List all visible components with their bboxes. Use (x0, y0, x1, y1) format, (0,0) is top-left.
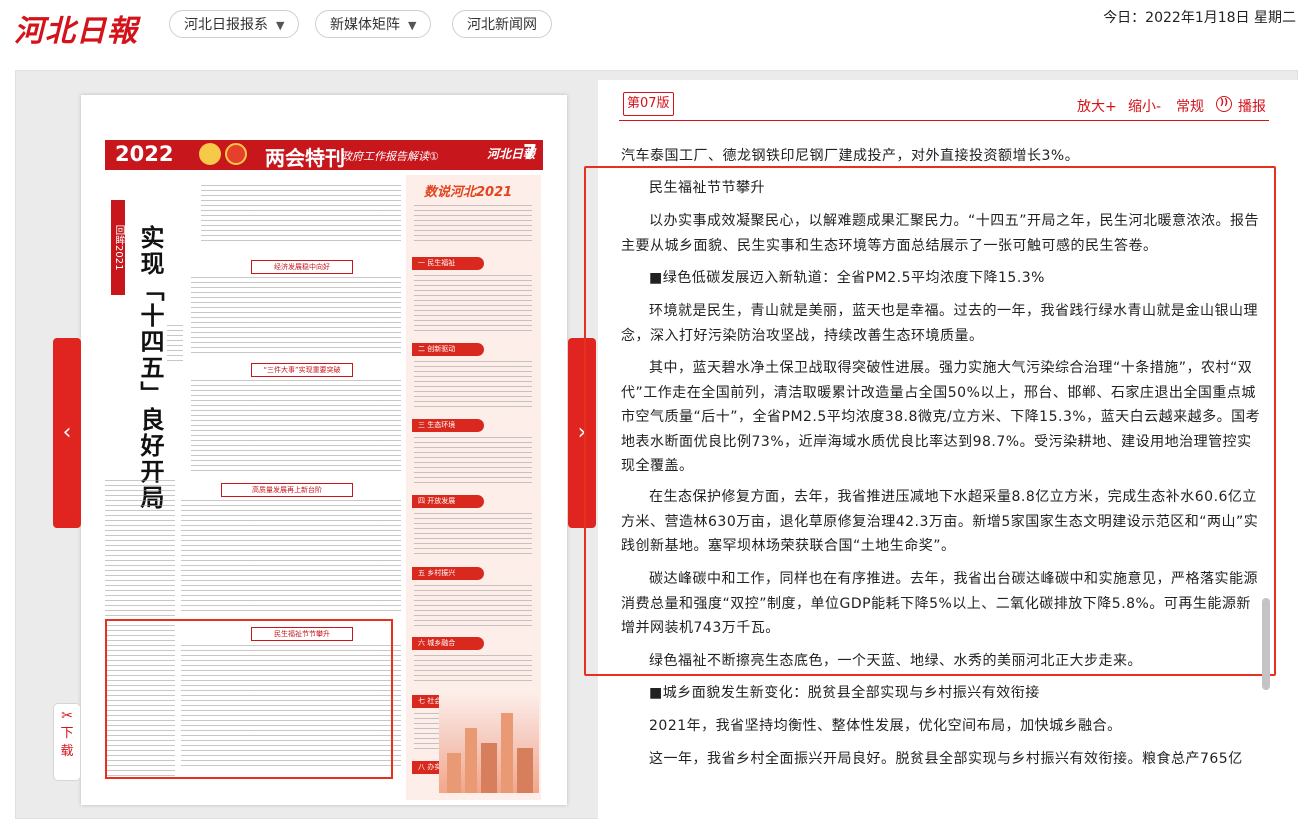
download-label: 下 (60, 726, 74, 741)
building-shape (447, 753, 461, 793)
read-aloud-button[interactable]: 播报 (1238, 96, 1266, 116)
speaker-icon[interactable]: )) (1216, 96, 1232, 112)
stat-category: 一 民生福祉 (412, 257, 484, 270)
infographic-title: 数说河北2021 (424, 185, 513, 200)
building-shape (465, 728, 477, 793)
national-emblem-icon (199, 143, 221, 165)
building-shape (517, 748, 533, 793)
text-block (414, 361, 532, 411)
article-paragraph: 2021年，我省坚持均衡性、整体性发展，优化空间布局，加快城乡融合。 (649, 718, 1122, 734)
building-shape (501, 713, 513, 793)
section-header: 经济发展稳中向好 (251, 260, 353, 274)
text-block (181, 500, 401, 615)
text-block (201, 185, 401, 245)
headline: 实现「十四五」良好开局 (136, 225, 165, 511)
caret-down-icon: ▼ (408, 19, 417, 32)
city-skyline-illustration (439, 693, 539, 793)
prev-page-button[interactable]: ‹ (53, 338, 81, 528)
normal-size-button[interactable]: 常规 (1176, 96, 1204, 116)
nav-label: 新媒体矩阵 (330, 17, 400, 33)
section-header: 高质量发展再上新台阶 (221, 483, 353, 497)
download-label: 载 (60, 744, 74, 759)
byline-block (167, 325, 183, 365)
banner-title: 两会特刊 (265, 146, 345, 170)
stat-category: 五 乡村振兴 (412, 567, 484, 580)
banner-subtitle: 政府工作报告解读① (341, 150, 439, 163)
stat-category: 四 开放发展 (412, 495, 484, 508)
scissors-icon: ✂ (61, 708, 73, 724)
scrollbar-thumb[interactable] (1262, 598, 1270, 690)
article-subheading: ■城乡面貌发生新变化：脱贫县全部实现与乡村振兴有效衔接 (649, 685, 1040, 701)
text-block (191, 277, 401, 357)
nav-label: 河北新闻网 (467, 17, 537, 33)
text-block (414, 205, 532, 245)
edition-badge: 第07版 (623, 92, 674, 116)
article-paragraph: 这一年，我省乡村全面振兴开局良好。脱贫县全部实现与乡村振兴有效衔接。粮食总产76… (649, 751, 1243, 767)
stat-category: 二 创新驱动 (412, 343, 484, 356)
text-block (414, 437, 532, 487)
today-date: 今日：2022年1月18日 星期二 (1103, 10, 1296, 26)
side-label: 回眸2021 (111, 200, 125, 295)
site-logo[interactable]: 河北日報 (14, 6, 138, 50)
nav-button-group-newspapers[interactable]: 河北日报报系 ▼ (169, 10, 300, 38)
page-banner: 2022 两会特刊 政府工作报告解读① 河北日報 7 (105, 140, 543, 170)
text-block (414, 655, 532, 685)
top-header: 河北日報 河北日报报系 ▼ 新媒体矩阵 ▼ 河北新闻网 今日：2022年1月18日 … (0, 0, 1298, 50)
divider (619, 120, 1269, 121)
stat-category: 三 生态环境 (412, 419, 484, 432)
zoom-out-button[interactable]: 缩小- (1128, 96, 1161, 116)
article-selection-highlight (584, 166, 1276, 676)
text-block (414, 585, 532, 630)
zoom-in-button[interactable]: 放大+ (1077, 96, 1117, 116)
text-block (191, 380, 401, 475)
nav-button-hebei-news[interactable]: 河北新闻网 (452, 10, 552, 38)
banner-year: 2022 (115, 142, 174, 166)
nav-button-new-media[interactable]: 新媒体矩阵 ▼ (315, 10, 432, 38)
page-number: 7 (523, 140, 537, 164)
text-block (414, 513, 532, 558)
building-shape (481, 743, 497, 793)
newspaper-page-image[interactable]: 2022 两会特刊 政府工作报告解读① 河北日報 7 回眸2021 实现「十四五… (81, 95, 567, 805)
text-block (414, 275, 532, 335)
nav-label: 河北日报报系 (184, 17, 268, 33)
download-button[interactable]: ✂ 下 载 (53, 703, 81, 781)
selected-article-highlight[interactable] (105, 619, 393, 779)
section-header: “三件大事”实现重要突破 (251, 363, 353, 377)
article-paragraph: 汽车泰国工厂、德龙钢铁印尼钢厂建成投产，对外直接投资额增长3%。 (621, 148, 1080, 164)
cppcc-emblem-icon (225, 143, 247, 165)
stat-category: 六 城乡融合 (412, 637, 484, 650)
caret-down-icon: ▼ (276, 19, 285, 32)
